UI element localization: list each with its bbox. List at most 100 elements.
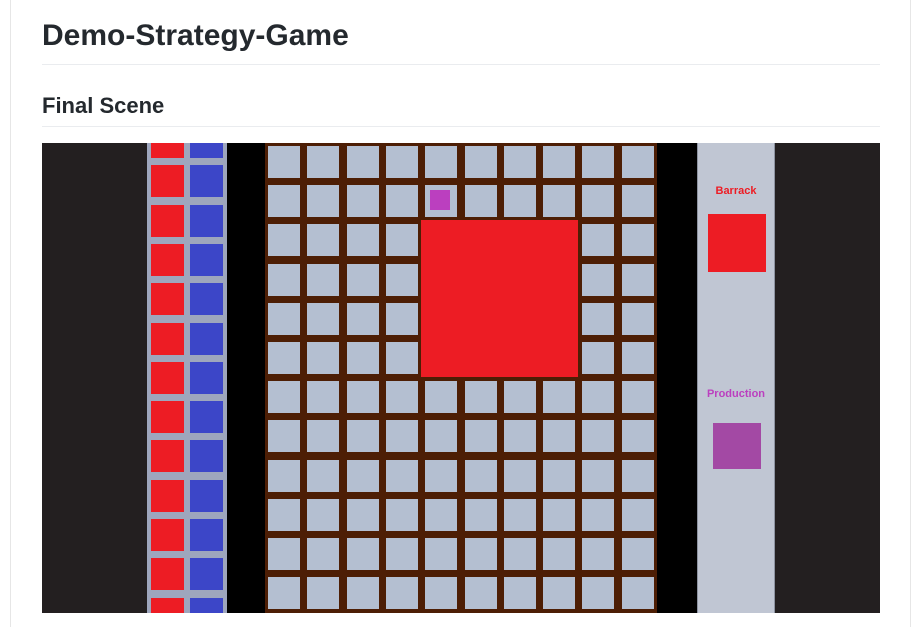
grid-cell[interactable] <box>425 498 458 531</box>
soldier-palette-item[interactable] <box>190 322 223 355</box>
grid-cell[interactable] <box>307 185 340 218</box>
grid-cell[interactable] <box>346 185 379 218</box>
grid-cell[interactable] <box>346 342 379 374</box>
barrack-palette-item[interactable] <box>151 143 184 158</box>
soldier-palette-item[interactable] <box>190 479 223 512</box>
grid-cell[interactable] <box>268 185 300 218</box>
grid-cell[interactable] <box>503 459 536 492</box>
grid-cell[interactable] <box>307 263 340 296</box>
grid-cell[interactable] <box>307 498 340 531</box>
grid-cell[interactable] <box>385 342 418 374</box>
grid-cell[interactable] <box>268 498 300 531</box>
grid-cell[interactable] <box>346 263 379 296</box>
grid-cell[interactable] <box>503 577 536 610</box>
grid-cell[interactable] <box>385 420 418 453</box>
grid-cell[interactable] <box>307 577 340 610</box>
barrack-palette-item[interactable] <box>151 479 184 512</box>
grid-cell[interactable] <box>582 420 615 453</box>
soldier-palette-item[interactable] <box>190 519 223 551</box>
grid-cell[interactable] <box>464 498 497 531</box>
barrack-palette-item[interactable] <box>151 597 184 613</box>
grid-cell[interactable] <box>503 498 536 531</box>
grid-cell[interactable] <box>385 498 418 531</box>
grid-cell[interactable] <box>268 342 300 374</box>
soldier-palette-item[interactable] <box>190 597 223 613</box>
grid-cell[interactable] <box>385 263 418 296</box>
grid-cell[interactable] <box>425 538 458 570</box>
grid-cell[interactable] <box>385 577 418 610</box>
barrack-icon[interactable] <box>708 214 766 272</box>
game-scene[interactable]: Barrack Production <box>42 143 880 613</box>
soldier-palette-item[interactable] <box>190 283 223 316</box>
grid-cell[interactable] <box>425 420 458 453</box>
barrack-palette-item[interactable] <box>151 204 184 237</box>
grid-cell[interactable] <box>425 146 458 178</box>
grid-cell[interactable] <box>582 381 615 414</box>
soldier-palette-item[interactable] <box>190 361 223 394</box>
grid-cell[interactable] <box>582 224 615 257</box>
grid-cell[interactable] <box>621 185 654 218</box>
grid-cell[interactable] <box>621 538 654 570</box>
grid-cell[interactable] <box>385 381 418 414</box>
placed-unit[interactable] <box>430 190 451 211</box>
grid-cell[interactable] <box>503 420 536 453</box>
production-icon[interactable] <box>713 423 761 469</box>
grid-cell[interactable] <box>346 538 379 570</box>
grid-cell[interactable] <box>621 263 654 296</box>
soldier-palette-item[interactable] <box>190 165 223 198</box>
grid-cell[interactable] <box>621 302 654 335</box>
barrack-palette-item[interactable] <box>151 165 184 198</box>
grid-cell[interactable] <box>268 302 300 335</box>
grid-cell[interactable] <box>268 577 300 610</box>
grid-cell[interactable] <box>543 381 576 414</box>
placed-barrack[interactable] <box>421 220 579 378</box>
grid-cell[interactable] <box>582 185 615 218</box>
grid-cell[interactable] <box>307 302 340 335</box>
grid-cell[interactable] <box>543 420 576 453</box>
grid-cell[interactable] <box>268 538 300 570</box>
grid-cell[interactable] <box>543 538 576 570</box>
grid-cell[interactable] <box>621 498 654 531</box>
building-palette[interactable] <box>147 143 227 613</box>
grid-cell[interactable] <box>385 224 418 257</box>
game-board[interactable] <box>265 143 657 613</box>
grid-cell[interactable] <box>582 146 615 178</box>
soldier-palette-item[interactable] <box>190 243 223 276</box>
grid-cell[interactable] <box>464 577 497 610</box>
grid-cell[interactable] <box>385 146 418 178</box>
grid-cell[interactable] <box>307 420 340 453</box>
grid-cell[interactable] <box>582 263 615 296</box>
soldier-palette-item[interactable] <box>190 401 223 434</box>
grid-cell[interactable] <box>621 577 654 610</box>
grid-cell[interactable] <box>582 577 615 610</box>
barrack-palette-item[interactable] <box>151 322 184 355</box>
grid-cell[interactable] <box>582 498 615 531</box>
grid-cell[interactable] <box>268 146 300 178</box>
grid-cell[interactable] <box>268 459 300 492</box>
grid-cell[interactable] <box>346 224 379 257</box>
grid-cell[interactable] <box>346 498 379 531</box>
grid-cell[interactable] <box>425 577 458 610</box>
grid-cell[interactable] <box>307 459 340 492</box>
grid-cell[interactable] <box>346 577 379 610</box>
grid-cell[interactable] <box>385 302 418 335</box>
grid-cell[interactable] <box>621 146 654 178</box>
grid-cell[interactable] <box>346 459 379 492</box>
grid-cell[interactable] <box>307 342 340 374</box>
grid-cell[interactable] <box>425 459 458 492</box>
grid-cell[interactable] <box>503 381 536 414</box>
grid-cell[interactable] <box>385 459 418 492</box>
barrack-palette-item[interactable] <box>151 401 184 434</box>
soldier-palette-item[interactable] <box>190 440 223 473</box>
grid-cell[interactable] <box>346 420 379 453</box>
grid-cell[interactable] <box>621 342 654 374</box>
grid-cell[interactable] <box>268 420 300 453</box>
grid-cell[interactable] <box>621 381 654 414</box>
grid-cell[interactable] <box>582 538 615 570</box>
grid-cell[interactable] <box>464 459 497 492</box>
grid-cell[interactable] <box>307 381 340 414</box>
grid-cell[interactable] <box>307 224 340 257</box>
grid-cell[interactable] <box>464 185 497 218</box>
grid-cell[interactable] <box>543 185 576 218</box>
grid-cell[interactable] <box>464 146 497 178</box>
